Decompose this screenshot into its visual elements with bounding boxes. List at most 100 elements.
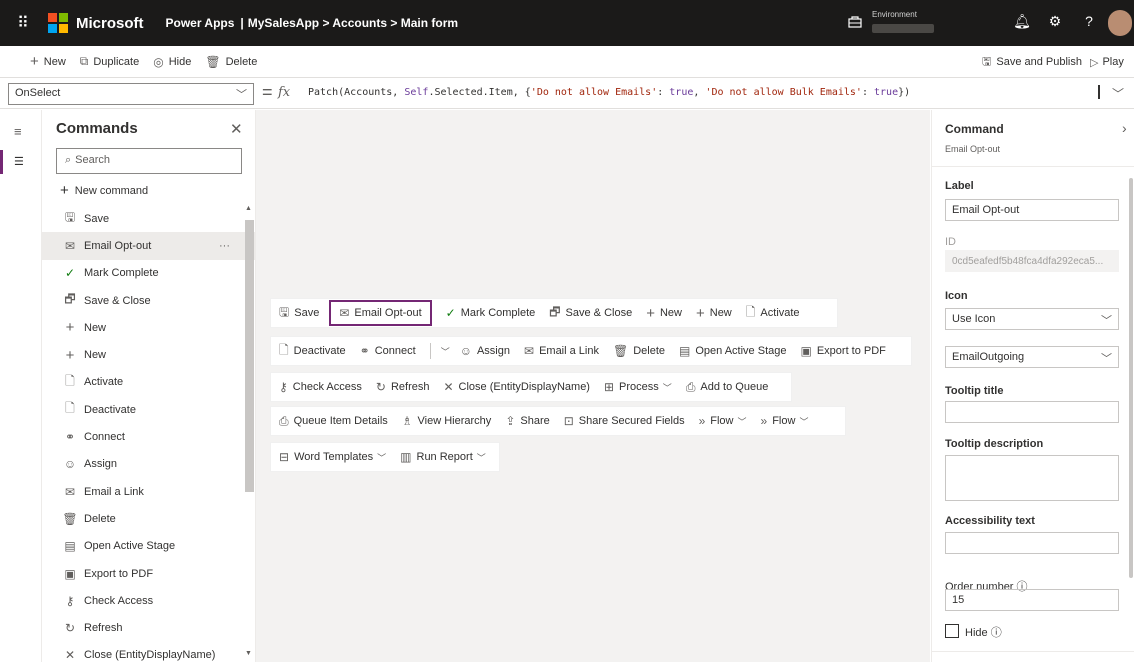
list-item[interactable]: 🗗 Save & Close xyxy=(42,287,256,314)
list-item[interactable]: 🗋 Activate xyxy=(42,369,256,396)
ribbon-activate-button[interactable]: 🗋 Activate xyxy=(746,303,800,324)
ribbon-email-optout-button[interactable]: ✉ Email Opt-out xyxy=(329,300,432,326)
app-launcher-icon[interactable]: ⠿ xyxy=(6,13,40,33)
formula-input[interactable]: Patch(Accounts, Self.Selected.Item, {'Do… xyxy=(304,83,1104,105)
search-input[interactable]: ⌕ Search xyxy=(56,148,242,174)
expand-chevron-icon[interactable]: ﹀ xyxy=(1112,85,1124,102)
ribbon-add-queue-button[interactable]: ⎙ Add to Queue xyxy=(686,380,769,395)
formula-self: Self xyxy=(404,87,429,98)
tooltip-description-field[interactable] xyxy=(945,455,1119,501)
email-optout-icon: ✉ xyxy=(339,306,350,320)
list-item[interactable]: ▣ Export to PDF xyxy=(42,560,256,587)
notifications-icon[interactable]: 🔔︎ xyxy=(1013,13,1031,31)
chevron-down-icon: ﹀ xyxy=(799,416,809,427)
list-item[interactable]: ✕ Close (EntityDisplayName) xyxy=(42,642,256,662)
ribbon-new-button[interactable]: + New xyxy=(646,305,682,322)
list-item[interactable]: ▤ Open Active Stage xyxy=(42,533,256,560)
tree-view-icon[interactable]: ☰ xyxy=(10,152,32,174)
ribbon-label: Activate xyxy=(760,307,800,319)
list-item[interactable]: + New xyxy=(42,341,256,368)
scroll-down-icon[interactable]: ▼ xyxy=(245,650,252,657)
ribbon-assign-button[interactable]: ☺ Assign xyxy=(460,344,510,358)
ribbon-run-report-dropdown[interactable]: ▥ Run Report ﹀ xyxy=(400,450,486,464)
ribbon-deactivate-button[interactable]: 🗋 Deactivate xyxy=(279,341,346,362)
list-item[interactable]: ↻ Refresh xyxy=(42,614,256,641)
checkmark-icon: ✓ xyxy=(64,266,76,281)
tooltip-title-field[interactable] xyxy=(945,401,1119,423)
list-item[interactable]: ⚭ Connect xyxy=(42,423,256,450)
ribbon-word-templates-dropdown[interactable]: ⊟ Word Templates ﹀ xyxy=(279,450,386,464)
ribbon-connect-button[interactable]: ⚭ Connect xyxy=(360,344,416,358)
more-options-icon[interactable]: ··· xyxy=(219,240,230,252)
hide-checkbox[interactable] xyxy=(945,624,959,638)
ribbon-save-button[interactable]: 🖫 Save xyxy=(279,303,319,324)
ribbon-email-link-button[interactable]: ✉ Email a Link xyxy=(524,344,599,358)
order-number-field[interactable]: 15 xyxy=(945,589,1119,611)
breadcrumb: MySalesApp > Accounts > Main form xyxy=(247,16,459,30)
list-item[interactable]: + New xyxy=(42,314,256,341)
ribbon-flow-dropdown[interactable]: » Flow ﹀ xyxy=(699,414,747,428)
accessibility-text-field[interactable] xyxy=(945,532,1119,554)
property-dropdown[interactable]: OnSelect ﹀ xyxy=(8,83,254,105)
ribbon-mark-complete-button[interactable]: ✓ Mark Complete xyxy=(446,306,536,320)
save-publish-button[interactable]: 🖫 Save and Publish xyxy=(982,46,1082,78)
ribbon-save-close-button[interactable]: 🗗 Save & Close xyxy=(549,303,632,324)
formula-args-b: .Selected.Item, { xyxy=(428,87,531,98)
list-item[interactable]: ✉ Email Opt-out ··· xyxy=(42,232,256,260)
hide-label: Hide ⓘ xyxy=(965,624,1002,640)
ribbon-view-hierarchy-button[interactable]: ♗ View Hierarchy xyxy=(402,414,492,428)
pdf-icon: ▣ xyxy=(64,566,76,581)
ribbon-share-secured-button[interactable]: ⊡ Share Secured Fields xyxy=(564,414,685,428)
ribbon-refresh-button[interactable]: ↻ Refresh xyxy=(376,380,430,394)
ribbon-flow-dropdown[interactable]: » Flow ﹀ xyxy=(761,414,809,428)
new-command-button[interactable]: + New command xyxy=(60,182,148,199)
ribbon-open-stage-button[interactable]: ▤ Open Active Stage xyxy=(679,344,786,358)
ribbon-delete-button[interactable]: 🗑︎ Delete xyxy=(613,344,665,358)
ribbon-close-button[interactable]: ✕ Close (EntityDisplayName) xyxy=(443,380,590,394)
process-icon: ⊞ xyxy=(603,380,615,394)
list-item[interactable]: ✉ Email a Link xyxy=(42,478,256,505)
ribbon-process-dropdown[interactable]: ⊞ Process ﹀ xyxy=(604,380,672,394)
duplicate-button[interactable]: ⧉ Duplicate xyxy=(80,54,139,69)
scrollbar-thumb[interactable] xyxy=(1129,178,1133,578)
environment-value[interactable] xyxy=(872,24,934,33)
app-title[interactable]: Power Apps xyxy=(166,16,235,30)
connect-dropdown[interactable]: ﹀ xyxy=(441,345,450,358)
icon-mode-dropdown[interactable]: Use Icon ﹀ xyxy=(945,308,1119,330)
ribbon-share-button[interactable]: ⇪ Share xyxy=(505,414,549,428)
ribbon-check-access-button[interactable]: ⚷ Check Access xyxy=(279,380,362,394)
deactivate-icon: 🗋 xyxy=(279,342,289,357)
new-button[interactable]: + New xyxy=(30,53,66,70)
assign-icon: ☺ xyxy=(459,344,472,358)
scroll-up-icon[interactable]: ▲ xyxy=(245,205,252,212)
properties-header: Command Email Opt-out › xyxy=(932,110,1134,167)
list-item[interactable]: 🗋 Deactivate xyxy=(42,396,256,423)
hide-label-text: Hide xyxy=(965,627,988,639)
hide-button[interactable]: ◎ Hide xyxy=(153,55,191,69)
report-icon: ▥ xyxy=(400,450,412,464)
ribbon-row: 🗋 Deactivate ⚭ Connect ﹀ ☺ Assign ✉ Email a … xyxy=(270,336,912,366)
delete-button[interactable]: 🗑︎ Delete xyxy=(205,55,257,69)
info-icon[interactable]: ⓘ xyxy=(991,627,1002,639)
list-item[interactable]: 🗑︎ Delete xyxy=(42,505,256,532)
ribbon-new-button[interactable]: + New xyxy=(696,305,732,322)
avatar[interactable] xyxy=(1108,10,1132,36)
formula-string: 'Do not allow Emails' xyxy=(530,87,658,98)
id-field-label: ID xyxy=(945,236,956,248)
list-item[interactable]: ⚷ Check Access xyxy=(42,587,256,614)
ribbon-queue-item-button[interactable]: ⎙ Queue Item Details xyxy=(279,414,388,429)
help-icon[interactable]: ? xyxy=(1080,13,1098,31)
list-item[interactable]: ✓ Mark Complete xyxy=(42,260,256,287)
scrollbar-thumb[interactable] xyxy=(245,220,254,492)
list-item[interactable]: 🖫 Save xyxy=(42,205,256,232)
settings-gear-icon[interactable]: ⚙ xyxy=(1046,13,1064,31)
label-field[interactable]: Email Opt-out xyxy=(945,199,1119,221)
play-button[interactable]: ▷ Play xyxy=(1090,46,1124,78)
ribbon-export-pdf-button[interactable]: ▣ Export to PDF xyxy=(800,344,885,358)
list-item[interactable]: ☺ Assign xyxy=(42,451,256,478)
hamburger-icon[interactable]: ≡ xyxy=(14,124,22,139)
chevron-right-icon[interactable]: › xyxy=(1122,120,1127,136)
icon-dropdown[interactable]: EmailOutgoing ﹀ xyxy=(945,346,1119,368)
close-icon[interactable]: ✕ xyxy=(230,120,243,138)
save-publish-label: Save and Publish xyxy=(996,56,1082,68)
